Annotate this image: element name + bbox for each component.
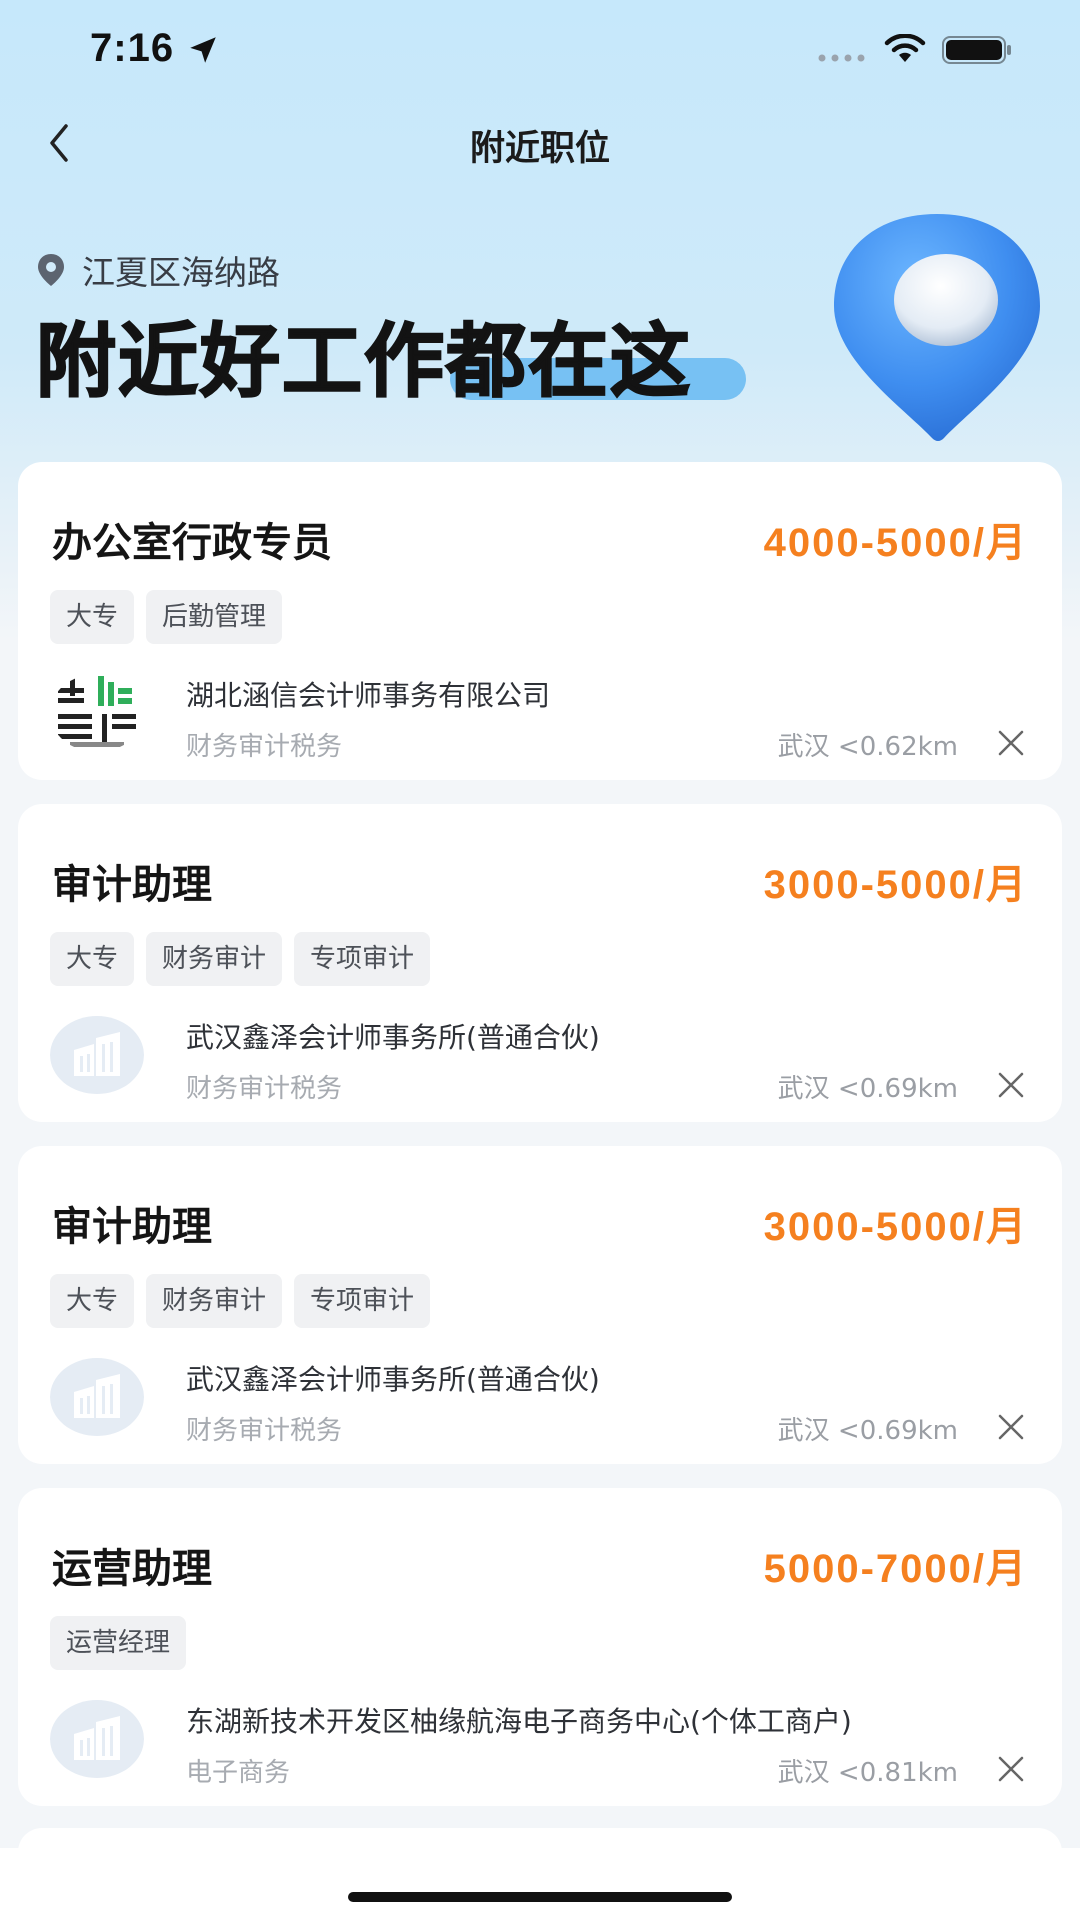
job-salary: 5000-7000/月	[763, 1547, 1028, 1591]
job-tag: 运营经理	[50, 1616, 187, 1670]
job-distance: 武汉 <0.81km	[777, 1758, 958, 1788]
job-tag: 大专	[50, 590, 135, 644]
job-distance: 武汉 <0.62km	[777, 732, 958, 762]
home-indicator[interactable]	[348, 1892, 732, 1902]
status-time: 7:16	[90, 26, 175, 70]
job-tags: 大专 财务审计 专项审计	[50, 932, 431, 986]
close-icon[interactable]	[996, 1412, 1026, 1442]
company-industry: 电子商务	[186, 1758, 291, 1788]
job-distance: 武汉 <0.69km	[777, 1416, 958, 1446]
job-card[interactable]: 办公室行政专员 4000-5000/月 大专 后勤管理 湖北涵信会计师事务有限公…	[18, 462, 1062, 780]
navigation-bar: 附近职位	[0, 100, 1080, 190]
wifi-icon	[884, 34, 926, 62]
job-tag: 大专	[50, 932, 135, 986]
location-arrow-icon	[190, 37, 216, 63]
company-logo-icon	[50, 674, 144, 752]
close-icon[interactable]	[996, 728, 1026, 758]
job-distance: 武汉 <0.69km	[777, 1074, 958, 1104]
job-title: 运营助理	[52, 1546, 212, 1592]
status-bar: 7:16	[0, 0, 1080, 100]
job-card[interactable]: 审计助理 3000-5000/月 大专 财务审计 专项审计 武汉鑫泽会计师事务所…	[18, 804, 1062, 1122]
job-tags: 大专 财务审计 专项审计	[50, 1274, 431, 1328]
close-icon[interactable]	[996, 1754, 1026, 1784]
job-tags: 运营经理	[50, 1616, 187, 1670]
job-tags: 大专 后勤管理	[50, 590, 283, 644]
job-salary: 3000-5000/月	[763, 863, 1028, 907]
company-industry: 财务审计税务	[186, 1074, 343, 1104]
job-salary: 4000-5000/月	[763, 521, 1028, 565]
job-tag: 大专	[50, 1274, 135, 1328]
job-tag: 财务审计	[146, 1274, 283, 1328]
job-salary: 3000-5000/月	[763, 1205, 1028, 1249]
close-icon[interactable]	[996, 1070, 1026, 1100]
job-tag: 财务审计	[146, 932, 283, 986]
location-text: 江夏区海纳路	[82, 253, 280, 292]
battery-icon	[942, 36, 1011, 64]
job-card[interactable]: 运营助理 5000-7000/月 运营经理 东湖新技术开发区柚缘航海电子商务中心…	[18, 1488, 1062, 1806]
company-industry: 财务审计税务	[186, 1416, 343, 1446]
building-placeholder-icon	[50, 1358, 144, 1436]
current-location: 江夏区海纳路	[36, 248, 280, 292]
job-tag: 专项审计	[294, 1274, 431, 1328]
job-card[interactable]: 审计助理 3000-5000/月 大专 财务审计 专项审计 武汉鑫泽会计师事务所…	[18, 1146, 1062, 1464]
headline-text: 附近好工作都在这	[35, 314, 692, 409]
company-name: 武汉鑫泽会计师事务所(普通合伙)	[186, 1021, 600, 1054]
page-title: 附近职位	[469, 129, 610, 169]
job-title: 审计助理	[52, 1204, 212, 1250]
company-name: 湖北涵信会计师事务有限公司	[186, 679, 551, 712]
building-placeholder-icon	[50, 1016, 144, 1094]
job-tag: 后勤管理	[146, 590, 283, 644]
job-title: 审计助理	[52, 862, 212, 908]
hero-headline: 附近好工作都在这	[35, 312, 746, 412]
cellular-signal-icon	[818, 54, 865, 62]
company-name: 武汉鑫泽会计师事务所(普通合伙)	[186, 1363, 600, 1396]
map-pin-illustration-icon	[834, 214, 1040, 441]
bottom-safe-area	[0, 1848, 1080, 1920]
job-tag: 专项审计	[294, 932, 431, 986]
company-name: 东湖新技术开发区柚缘航海电子商务中心(个体工商户)	[186, 1705, 852, 1738]
company-industry: 财务审计税务	[186, 732, 343, 762]
building-placeholder-icon	[50, 1700, 144, 1778]
location-pin-icon	[38, 254, 64, 286]
job-title: 办公室行政专员	[52, 520, 332, 566]
